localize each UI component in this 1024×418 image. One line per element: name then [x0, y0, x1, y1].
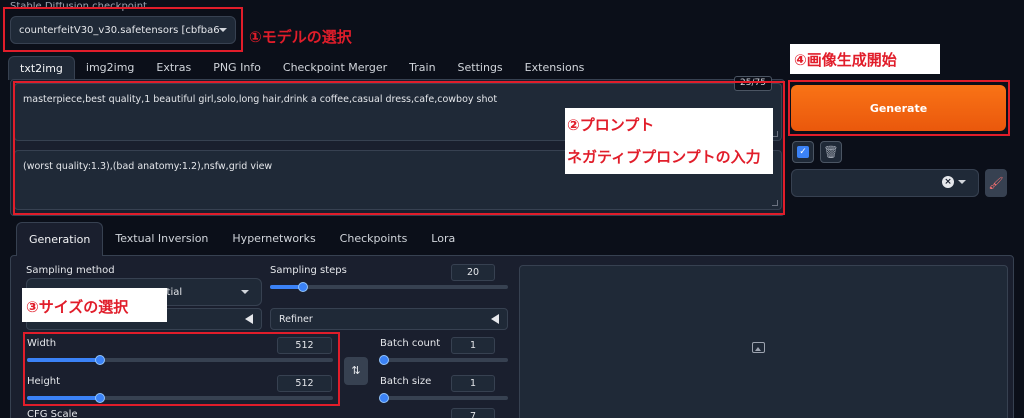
batch-size-input[interactable]: 1 — [451, 375, 495, 392]
tab-lora[interactable]: Lora — [419, 222, 467, 256]
tab-txt2img[interactable]: txt2img — [8, 56, 75, 80]
clear-icon[interactable]: × — [942, 176, 954, 188]
annotation-model: ①モデルの選択 — [249, 28, 352, 46]
batch-size-slider[interactable] — [380, 396, 508, 400]
annotation-box-model — [3, 7, 243, 52]
collapse-icon — [245, 314, 253, 324]
batch-count-knob[interactable] — [379, 355, 389, 365]
tab-img2img[interactable]: img2img — [75, 56, 146, 80]
batch-count-slider[interactable] — [380, 358, 508, 362]
sampling-steps-knob[interactable] — [298, 282, 308, 292]
brush-icon[interactable]: 🖌 — [985, 169, 1007, 197]
swap-dimensions-button[interactable]: ⇅ — [344, 357, 368, 385]
check-icon: ✓ — [797, 146, 809, 158]
cfg-scale-label: CFG Scale — [27, 409, 78, 418]
sampling-steps-label: Sampling steps — [270, 265, 347, 276]
sub-tabs: Generation Textual Inversion Hypernetwor… — [16, 222, 467, 256]
annotation-box-size — [23, 332, 340, 406]
sampling-method-label: Sampling method — [26, 265, 115, 276]
collapse-icon — [491, 314, 499, 324]
image-icon — [752, 342, 765, 353]
chevron-down-icon[interactable] — [958, 180, 966, 184]
annotation-box-generate — [788, 80, 1010, 136]
refiner-label: Refiner — [279, 313, 313, 325]
trash-icon[interactable]: 🗑 — [820, 141, 842, 163]
tab-textual-inversion[interactable]: Textual Inversion — [103, 222, 220, 256]
sampling-steps-input[interactable]: 20 — [451, 264, 495, 281]
main-tabs: txt2img img2img Extras PNG Info Checkpoi… — [8, 56, 595, 80]
batch-size-knob[interactable] — [379, 393, 389, 403]
tab-checkpoints[interactable]: Checkpoints — [328, 222, 420, 256]
chevron-down-icon — [241, 290, 249, 294]
tab-checkpoint-merger[interactable]: Checkpoint Merger — [272, 56, 398, 80]
annotation-prompt: ②プロンプト — [567, 116, 655, 134]
annotation-size: ③サイズの選択 — [26, 298, 129, 316]
apply-styles-button[interactable]: ✓ — [792, 141, 814, 163]
tab-train[interactable]: Train — [398, 56, 446, 80]
refiner-accordion[interactable]: Refiner — [270, 308, 508, 330]
cfg-scale-input[interactable]: 7 — [451, 408, 495, 418]
annotation-generate: ④画像生成開始 — [794, 51, 897, 69]
batch-count-input[interactable]: 1 — [451, 337, 495, 354]
tab-generation[interactable]: Generation — [16, 222, 104, 256]
tab-hypernetworks[interactable]: Hypernetworks — [220, 222, 327, 256]
tab-extensions[interactable]: Extensions — [514, 56, 596, 80]
annotation-negative-prompt: ネガティブプロンプトの入力 — [567, 148, 761, 166]
tab-settings[interactable]: Settings — [447, 56, 514, 80]
tab-extras[interactable]: Extras — [145, 56, 202, 80]
batch-count-label: Batch count — [380, 338, 441, 349]
tab-png-info[interactable]: PNG Info — [202, 56, 272, 80]
batch-size-label: Batch size — [380, 376, 432, 387]
